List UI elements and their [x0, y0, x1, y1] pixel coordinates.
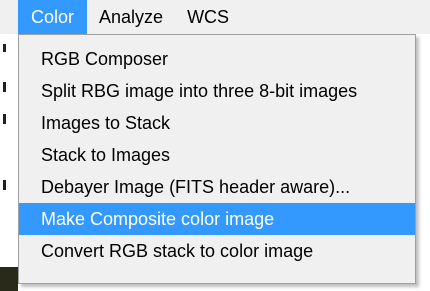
menu-item-rgb-composer[interactable]: RGB Composer	[19, 43, 415, 75]
background-fragment	[3, 82, 6, 92]
menu-item-split-rbg[interactable]: Split RBG image into three 8-bit images	[19, 75, 415, 107]
menu-item-stack-to-images[interactable]: Stack to Images	[19, 139, 415, 171]
background-fragment	[3, 180, 6, 190]
menu-item-make-composite[interactable]: Make Composite color image	[19, 203, 415, 235]
menu-item-debayer-image[interactable]: Debayer Image (FITS header aware)...	[19, 171, 415, 203]
menu-analyze[interactable]: Analyze	[87, 0, 175, 34]
menu-item-images-to-stack[interactable]: Images to Stack	[19, 107, 415, 139]
menu-color[interactable]: Color	[18, 0, 88, 34]
menu-item-convert-rgb-stack[interactable]: Convert RGB stack to color image	[19, 235, 415, 267]
background-fragment	[3, 114, 6, 124]
background-fragment	[3, 44, 6, 52]
background-window-edge	[0, 34, 16, 291]
color-menu-dropdown: RGB Composer Split RBG image into three …	[18, 34, 416, 284]
menubar: Color Analyze WCS	[0, 0, 430, 34]
screen: Color Analyze WCS RGB Composer Split RBG…	[0, 0, 430, 291]
menu-wcs[interactable]: WCS	[175, 0, 241, 34]
background-image-fragment	[0, 267, 18, 291]
